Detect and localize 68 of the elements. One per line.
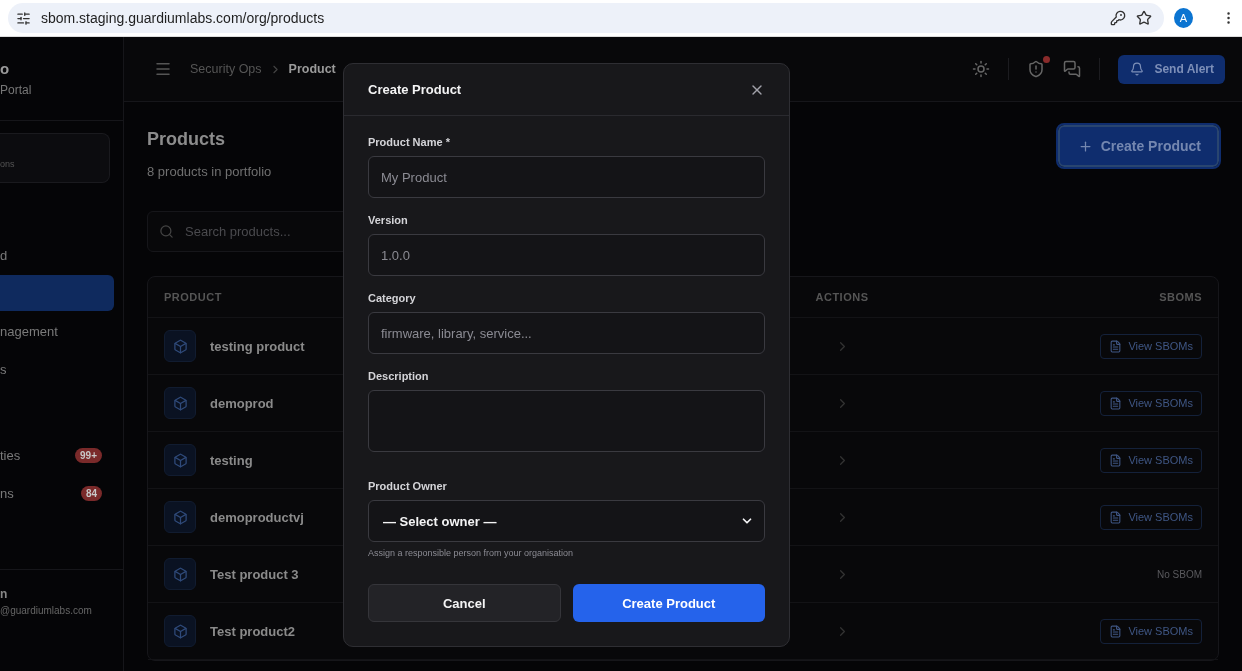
input-field[interactable]: My Product	[368, 156, 765, 198]
document-icon	[1109, 339, 1123, 353]
document-icon	[1109, 510, 1123, 524]
product-name[interactable]: testing product	[210, 338, 305, 354]
breadcrumb-item[interactable]: Security Ops	[190, 62, 262, 76]
create-product-button[interactable]: Create Product	[1057, 125, 1219, 167]
field-label: Category	[368, 292, 417, 304]
sun-icon[interactable]	[972, 60, 991, 78]
cube-icon	[164, 330, 196, 362]
input-field[interactable]: 1.0.0	[368, 234, 765, 276]
chat-icon[interactable]	[1063, 60, 1082, 78]
cube-icon	[164, 615, 196, 647]
column-header: SBOMS	[1159, 291, 1202, 303]
count-badge: 99+	[75, 447, 102, 463]
org-card[interactable]: ons	[0, 133, 110, 183]
document-icon	[1109, 396, 1123, 410]
cube-icon	[164, 501, 196, 533]
column-header: ACTIONS	[815, 291, 869, 303]
input-field[interactable]: firmware, library, service...	[368, 312, 765, 354]
site-settings-icon[interactable]	[16, 10, 31, 26]
product-name[interactable]: Test product 3	[210, 566, 299, 582]
product-name[interactable]: testing	[210, 452, 253, 468]
view-sboms-button[interactable]: View SBOMs	[1100, 618, 1202, 644]
field-label: Product Owner	[368, 480, 448, 492]
user-name: n	[0, 587, 9, 601]
column-header: PRODUCT	[164, 291, 222, 303]
document-icon	[1109, 453, 1123, 467]
field-label: Version	[368, 214, 409, 226]
cube-icon	[164, 558, 196, 590]
plus-icon	[1077, 138, 1093, 154]
cube-icon	[164, 444, 196, 476]
product-name[interactable]: demoprod	[210, 395, 274, 411]
sidebar-item[interactable]: d	[0, 237, 114, 273]
brand-subtitle: Portal	[0, 83, 33, 97]
field-hint: Assign a responsible person from your organisation	[368, 548, 575, 558]
sidebar-item[interactable]: ties 99+	[0, 437, 114, 473]
view-sboms-button[interactable]: View SBOMs	[1100, 504, 1202, 530]
page-subtitle: 8 products in portfolio	[147, 164, 272, 179]
cancel-button[interactable]: Cancel	[368, 584, 561, 622]
page-title: Products	[147, 129, 226, 150]
brand-title: o	[0, 60, 11, 77]
view-sboms-button[interactable]: View SBOMs	[1100, 333, 1202, 359]
field-label: Product Name *	[368, 136, 451, 148]
sidebar-item[interactable]: s	[0, 351, 114, 387]
breadcrumb-item[interactable]: Product	[288, 62, 336, 76]
product-name[interactable]: Test product2	[210, 623, 295, 639]
view-sboms-button[interactable]: View SBOMs	[1100, 447, 1202, 473]
view-sboms-button[interactable]: View SBOMs	[1100, 390, 1202, 416]
sidebar-item[interactable]: nagement	[0, 313, 114, 349]
bell-icon	[1130, 62, 1145, 76]
sidebar-item[interactable]: ns 84	[0, 475, 114, 511]
description-field[interactable]	[368, 390, 765, 452]
product-name[interactable]: demoproductvj	[210, 509, 304, 525]
key-icon[interactable]	[1110, 10, 1126, 26]
user-email: @guardiumlabs.com	[0, 605, 93, 616]
profile-avatar[interactable]: A	[1174, 8, 1193, 28]
count-badge: 84	[80, 485, 102, 501]
no-sbom-text: No SBOM	[1157, 568, 1202, 580]
owner-select[interactable]: — Select owner —	[368, 500, 765, 542]
document-icon	[1109, 624, 1123, 638]
dialog-title: Create Product	[368, 82, 462, 97]
menu-icon[interactable]	[154, 60, 172, 78]
cube-icon	[164, 387, 196, 419]
search-icon	[159, 224, 174, 239]
create-product-button[interactable]: Create Product	[572, 584, 765, 622]
field-label: Description	[368, 370, 430, 382]
send-alert-button[interactable]: Send Alert	[1118, 54, 1225, 84]
bookmark-star-icon[interactable]	[1136, 10, 1152, 26]
